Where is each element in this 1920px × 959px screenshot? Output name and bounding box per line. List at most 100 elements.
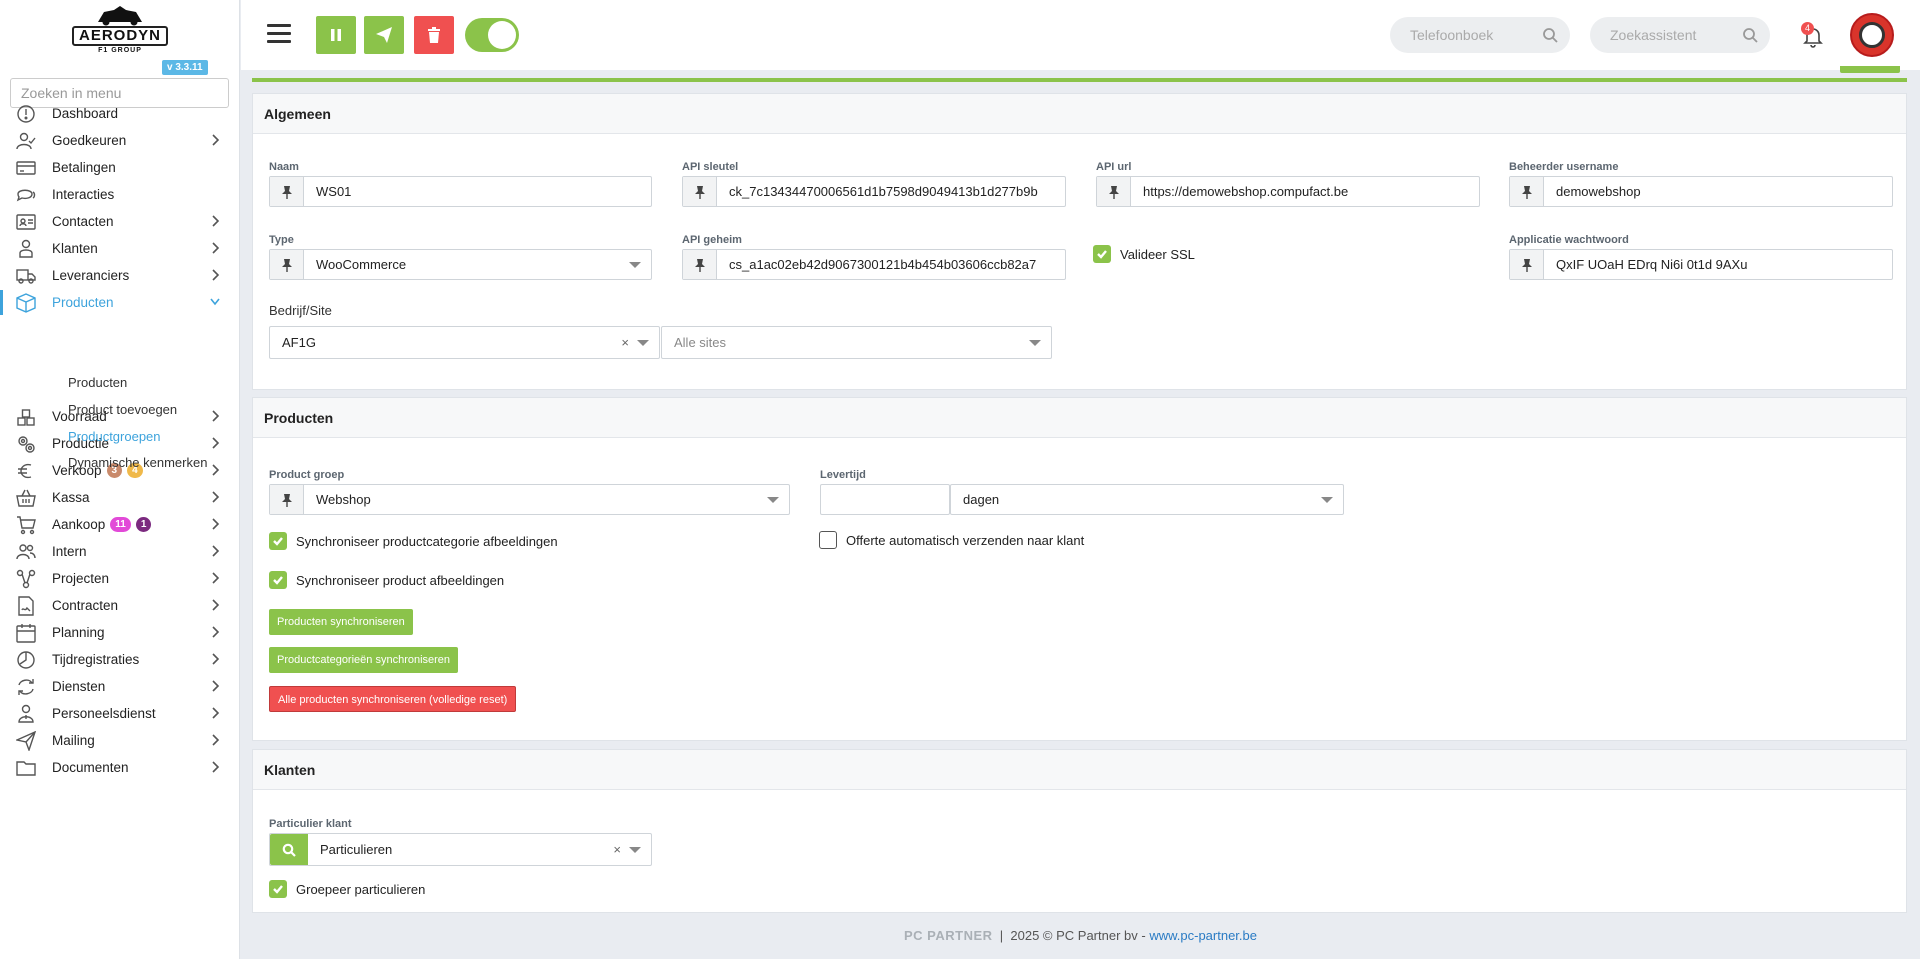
clear-icon[interactable]: × (621, 335, 629, 350)
naam-field[interactable]: WS01 (269, 176, 652, 207)
checkbox-unchecked-icon (819, 531, 837, 549)
chevron-down-icon (210, 296, 220, 308)
submenu-item-productgroepen[interactable]: Productgroepen (68, 429, 161, 444)
lead-time-input[interactable] (820, 484, 950, 515)
panel-accent-line (252, 78, 1907, 82)
admin-user-value: demowebshop (1556, 184, 1641, 199)
api-url-value: https://demowebshop.compufact.be (1143, 184, 1349, 199)
pin-icon[interactable] (1097, 177, 1131, 206)
notifications-button[interactable]: 4 (1798, 20, 1828, 50)
customer-icon (14, 239, 38, 259)
clear-icon[interactable]: × (613, 842, 621, 857)
folder-icon (14, 758, 38, 778)
caret-down-icon (637, 339, 649, 346)
menu-toggle-icon[interactable] (267, 24, 291, 44)
api-url-label: API url (1096, 161, 1132, 173)
pin-icon[interactable] (270, 177, 304, 206)
submenu-item-producten[interactable]: Producten (68, 375, 127, 390)
app-password-field[interactable]: QxIF UOaH EDrq Ni6i 0t1d 9AXu (1509, 249, 1893, 280)
company-site-label: Bedrijf/Site (269, 303, 332, 318)
lead-time-unit-select[interactable]: dagen (950, 484, 1344, 515)
submenu-item-product-toevoegen[interactable]: Product toevoegen (68, 402, 177, 417)
euro-icon (14, 461, 38, 481)
stock-icon (14, 407, 38, 427)
chevron-right-icon (210, 269, 220, 281)
sidebar-item-label: Intern (52, 544, 87, 559)
timer-icon (14, 650, 38, 670)
caret-down-icon (1029, 339, 1041, 346)
naam-label: Naam (269, 161, 299, 173)
chevron-right-icon (210, 626, 220, 638)
private-customer-value: Particulieren (320, 842, 393, 857)
pin-icon[interactable] (683, 177, 717, 206)
chevron-right-icon (210, 734, 220, 746)
validate-ssl-checkbox[interactable]: Valideer SSL (1093, 245, 1195, 263)
lead-time-label: Levertijd (820, 469, 866, 481)
chevron-right-icon (210, 491, 220, 503)
full-reset-button[interactable]: Alle producten synchroniseren (volledige… (269, 686, 517, 712)
paper-plane-icon (376, 27, 392, 43)
footer: PC PARTNER | 2025 © PC Partner bv - www.… (241, 928, 1920, 954)
sidebar-item-label: Documenten (52, 760, 129, 775)
type-label: Type (269, 234, 294, 246)
group-private-checkbox[interactable]: Groepeer particulieren (269, 880, 425, 898)
active-toggle[interactable] (465, 18, 519, 52)
delete-button[interactable] (414, 16, 454, 54)
sync-categories-button[interactable]: Productcategorieën synchroniseren (269, 647, 459, 673)
pin-icon[interactable] (270, 250, 304, 279)
calendar-icon (14, 623, 38, 643)
api-secret-field[interactable]: cs_a1ac02eb42d9067300121b4b454b03606ccb8… (682, 249, 1066, 280)
sidebar-item-documenten[interactable]: Documenten (0, 751, 240, 784)
pause-button[interactable] (316, 16, 356, 54)
sidebar-item-label: Personeelsdienst (52, 706, 156, 721)
search-icon[interactable] (1742, 27, 1758, 43)
avatar[interactable] (1850, 13, 1894, 57)
contract-icon (14, 595, 38, 616)
product-group-select[interactable]: Webshop (269, 484, 790, 515)
private-customer-label: Particulier klant (269, 818, 352, 830)
type-select[interactable]: WooCommerce (269, 249, 652, 280)
search-icon[interactable] (1542, 27, 1558, 43)
pin-icon[interactable] (1510, 177, 1544, 206)
send-button[interactable] (364, 16, 404, 54)
footer-separator: | (996, 928, 1007, 943)
refresh-icon (14, 677, 38, 697)
card-title: Algemeen (253, 94, 1906, 134)
footer-link[interactable]: www.pc-partner.be (1149, 928, 1257, 943)
api-secret-value: cs_a1ac02eb42d9067300121b4b454b03606ccb8… (729, 257, 1037, 272)
app-password-value: QxIF UOaH EDrq Ni6i 0t1d 9AXu (1556, 257, 1748, 272)
sync-product-images-checkbox[interactable]: Synchroniseer product afbeeldingen (269, 571, 504, 589)
sidebar-item-producten[interactable]: Producten (0, 286, 240, 319)
submenu-item-dynamische-kenmerken[interactable]: Dynamische kenmerken (68, 455, 207, 470)
checkbox-checked-icon (1093, 245, 1111, 263)
site-select[interactable]: Alle sites (661, 326, 1052, 359)
pin-icon[interactable] (270, 485, 304, 514)
sidebar-item-label: Producten (52, 295, 114, 310)
api-url-field[interactable]: https://demowebshop.compufact.be (1096, 176, 1480, 207)
cart-icon (14, 515, 38, 535)
admin-user-field[interactable]: demowebshop (1509, 176, 1893, 207)
sync-products-button[interactable]: Producten synchroniseren (269, 609, 413, 635)
company-select[interactable]: AF1G × (269, 326, 660, 359)
topbar: 4 (241, 0, 1920, 70)
sidebar-item-label: Kassa (52, 490, 90, 505)
group-private-label: Groepeer particulieren (296, 881, 426, 897)
auto-quote-checkbox[interactable]: Offerte automatisch verzenden naar klant (819, 531, 1084, 549)
box-icon (14, 292, 38, 313)
private-customer-select[interactable]: Particulieren × (269, 833, 652, 866)
product-group-label: Product groep (269, 469, 345, 481)
search-icon[interactable] (270, 834, 308, 865)
type-value: WooCommerce (316, 257, 407, 272)
count-badge: 11 (110, 517, 131, 532)
pin-icon[interactable] (683, 250, 717, 279)
sidebar: AERODYN F1 GROUP v 3.3.11 Dashboard Goedk… (0, 0, 240, 959)
checkbox-checked-icon (269, 880, 287, 898)
pin-icon[interactable] (1510, 250, 1544, 279)
partial-top-button[interactable] (1840, 66, 1900, 73)
sync-category-images-checkbox[interactable]: Synchroniseer productcategorie afbeeldin… (269, 532, 558, 550)
naam-value: WS01 (316, 184, 352, 199)
send-icon (14, 730, 38, 751)
api-key-field[interactable]: ck_7c13434470006561d1b7598d9049413b1d277… (682, 176, 1066, 207)
project-icon (14, 569, 38, 589)
logo[interactable]: AERODYN F1 GROUP (72, 2, 168, 54)
